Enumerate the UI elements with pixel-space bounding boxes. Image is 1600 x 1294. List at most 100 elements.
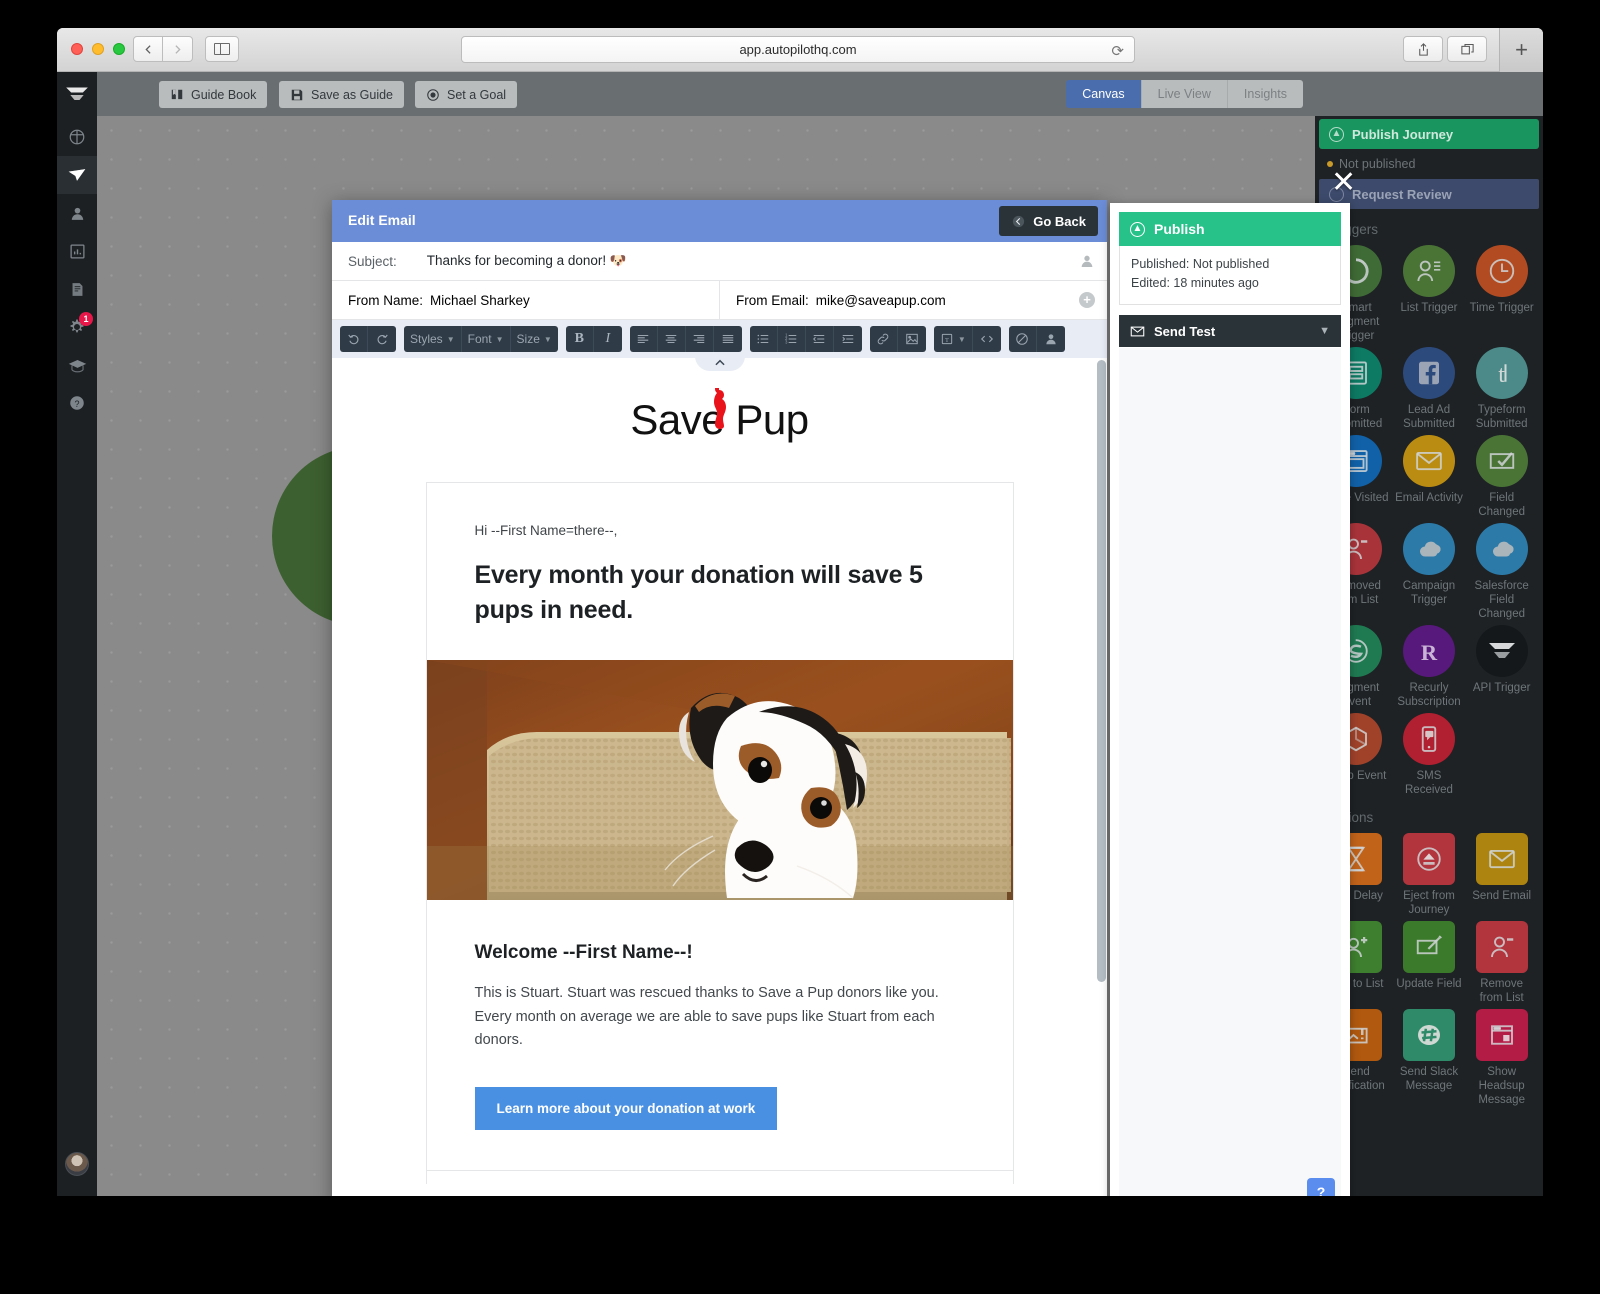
window-minimize-button[interactable] xyxy=(92,43,104,55)
undo-button[interactable] xyxy=(340,326,368,352)
sidebar-item-academy[interactable] xyxy=(57,346,97,384)
email-welcome-title[interactable]: Welcome --First Name--! xyxy=(475,942,965,964)
reload-icon[interactable]: ⟳ xyxy=(1111,42,1124,60)
plus-circle-icon[interactable]: + xyxy=(1079,292,1095,308)
collapse-toolbar-button[interactable] xyxy=(695,356,745,371)
publish-journey-button[interactable]: ▲ Publish Journey xyxy=(1319,119,1539,149)
person-icon[interactable] xyxy=(1079,253,1095,269)
browser-sidebar-toggle[interactable] xyxy=(205,36,239,62)
tile-show-headsup-message[interactable]: Show Headsup Message xyxy=(1466,1009,1537,1107)
tile-campaign-trigger[interactable]: Campaign Trigger xyxy=(1394,523,1465,621)
tile-time-trigger[interactable]: Time Trigger xyxy=(1466,245,1537,343)
tile-send-slack-message[interactable]: Send Slack Message xyxy=(1394,1009,1465,1107)
merge-field-button[interactable] xyxy=(1037,326,1065,352)
italic-button[interactable]: I xyxy=(594,326,622,352)
guide-book-button[interactable]: Guide Book xyxy=(159,81,267,108)
sidebar-item-dashboard[interactable] xyxy=(57,118,97,156)
source-code-button[interactable] xyxy=(973,326,1001,352)
browser-tabs-button[interactable] xyxy=(1447,36,1487,62)
tile-salesforce-field-changed[interactable]: Salesforce Field Changed xyxy=(1466,523,1537,621)
indent-button[interactable] xyxy=(834,326,862,352)
tile-sms-received[interactable]: SMS Received xyxy=(1394,713,1465,797)
insert-image-button[interactable] xyxy=(898,326,926,352)
outdent-button[interactable] xyxy=(806,326,834,352)
sidebar-item-documents[interactable] xyxy=(57,270,97,308)
email-greeting[interactable]: Hi --First Name=there--, xyxy=(475,483,965,538)
align-justify-button[interactable] xyxy=(714,326,742,352)
tile-update-field[interactable]: Update Field xyxy=(1394,921,1465,1005)
browser-forward-button[interactable] xyxy=(163,36,193,62)
tile-typeform-submitted[interactable]: tTypeform Submitted xyxy=(1466,347,1537,431)
tile-remove-from-list[interactable]: Remove from List xyxy=(1466,921,1537,1005)
redo-button[interactable] xyxy=(368,326,396,352)
close-icon[interactable]: ✕ xyxy=(1331,168,1356,198)
sidebar-item-journeys[interactable] xyxy=(57,156,97,194)
tile-email-activity[interactable]: Email Activity xyxy=(1394,435,1465,519)
popover-publish-info: Published: Not published Edited: 18 minu… xyxy=(1119,246,1341,305)
sidebar-item-help[interactable]: ? xyxy=(57,384,97,422)
styles-dropdown[interactable]: Styles▼ xyxy=(404,326,462,352)
insert-link-button[interactable] xyxy=(870,326,898,352)
phone-sms-icon xyxy=(1403,713,1455,765)
email-body-copy[interactable]: This is Stuart. Stuart was rescued thank… xyxy=(475,982,965,1053)
email-cta-button[interactable]: Learn more about your donation at work xyxy=(475,1087,778,1130)
autopilot-logo-icon xyxy=(1476,625,1528,677)
browser-share-button[interactable] xyxy=(1403,36,1443,62)
logo-text-right: Pup xyxy=(735,396,808,443)
field-check-icon xyxy=(1476,435,1528,487)
help-button[interactable]: ? xyxy=(1307,1178,1335,1196)
send-test-label: Send Test xyxy=(1154,324,1215,339)
field-edit-icon xyxy=(1403,921,1455,973)
email-headline[interactable]: Every month your donation will save 5 pu… xyxy=(475,558,965,628)
from-name-input[interactable]: Michael Sharkey xyxy=(430,293,530,308)
tile-field-changed[interactable]: Field Changed xyxy=(1466,435,1537,519)
email-scrollbar[interactable] xyxy=(1096,358,1107,1196)
font-dropdown[interactable]: Font▼ xyxy=(462,326,511,352)
avatar[interactable] xyxy=(65,1152,89,1176)
bullet-list-button[interactable] xyxy=(750,326,778,352)
email-preview-scroll[interactable]: Save.Pup Hi --First Name=there--, Every … xyxy=(332,358,1107,1196)
url-text: app.autopilothq.com xyxy=(739,42,856,57)
window-zoom-button[interactable] xyxy=(113,43,125,55)
align-right-button[interactable] xyxy=(686,326,714,352)
browser-back-button[interactable] xyxy=(133,36,163,62)
text-block-button[interactable]: T▼ xyxy=(934,326,973,352)
tile-send-email[interactable]: Send Email xyxy=(1466,833,1537,917)
tab-canvas[interactable]: Canvas xyxy=(1066,80,1141,108)
popover-publish-button[interactable]: ▲ Publish xyxy=(1119,212,1341,246)
tile-api-trigger[interactable]: API Trigger xyxy=(1466,625,1537,709)
browser-address-bar[interactable]: app.autopilothq.com ⟳ xyxy=(461,36,1135,63)
tab-insights[interactable]: Insights xyxy=(1228,80,1303,108)
sidebar-item-contacts[interactable] xyxy=(57,194,97,232)
align-center-button[interactable] xyxy=(658,326,686,352)
chevron-down-icon[interactable]: ▼ xyxy=(1319,325,1330,337)
align-left-button[interactable] xyxy=(630,326,658,352)
tab-live-view[interactable]: Live View xyxy=(1142,80,1228,108)
tile-lead-ad-submitted[interactable]: Lead Ad Submitted xyxy=(1394,347,1465,431)
email-canvas[interactable]: Save.Pup Hi --First Name=there--, Every … xyxy=(332,358,1107,1184)
window-close-button[interactable] xyxy=(71,43,83,55)
jack-russell-puppy-photo[interactable] xyxy=(427,660,1013,900)
sidebar-item-logo[interactable] xyxy=(57,72,97,118)
tile-recurly-subscription[interactable]: RRecurly Subscription xyxy=(1394,625,1465,709)
from-email-input[interactable]: mike@saveapup.com xyxy=(816,293,946,308)
subject-input[interactable]: Thanks for becoming a donor! 🐶 xyxy=(427,253,627,269)
numbered-list-button[interactable]: 123 xyxy=(778,326,806,352)
email-scrollbar-thumb[interactable] xyxy=(1097,360,1106,982)
go-back-button[interactable]: Go Back xyxy=(999,206,1098,236)
tile-eject-from-journey[interactable]: Eject from Journey xyxy=(1394,833,1465,917)
send-test-button[interactable]: Send Test ▼ xyxy=(1119,315,1341,347)
sidebar-item-reports[interactable] xyxy=(57,232,97,270)
browser-new-tab-button[interactable]: + xyxy=(1499,28,1543,72)
sidebar-item-settings[interactable]: 1 xyxy=(57,308,97,346)
save-as-guide-button[interactable]: Save as Guide xyxy=(279,81,404,108)
tile-list-trigger[interactable]: List Trigger xyxy=(1394,245,1465,343)
set-a-goal-button[interactable]: Set a Goal xyxy=(415,81,517,108)
subject-row[interactable]: Subject: Thanks for becoming a donor! 🐶 xyxy=(332,242,1107,281)
autopilot-app: 1 ? Guide Book Save as Guide xyxy=(57,72,1543,1196)
from-email-cell[interactable]: From Email: mike@saveapup.com + xyxy=(719,281,1107,319)
from-name-cell[interactable]: From Name: Michael Sharkey xyxy=(332,281,719,319)
size-dropdown[interactable]: Size▼ xyxy=(511,326,558,352)
clear-format-button[interactable] xyxy=(1009,326,1037,352)
bold-button[interactable]: B xyxy=(566,326,594,352)
